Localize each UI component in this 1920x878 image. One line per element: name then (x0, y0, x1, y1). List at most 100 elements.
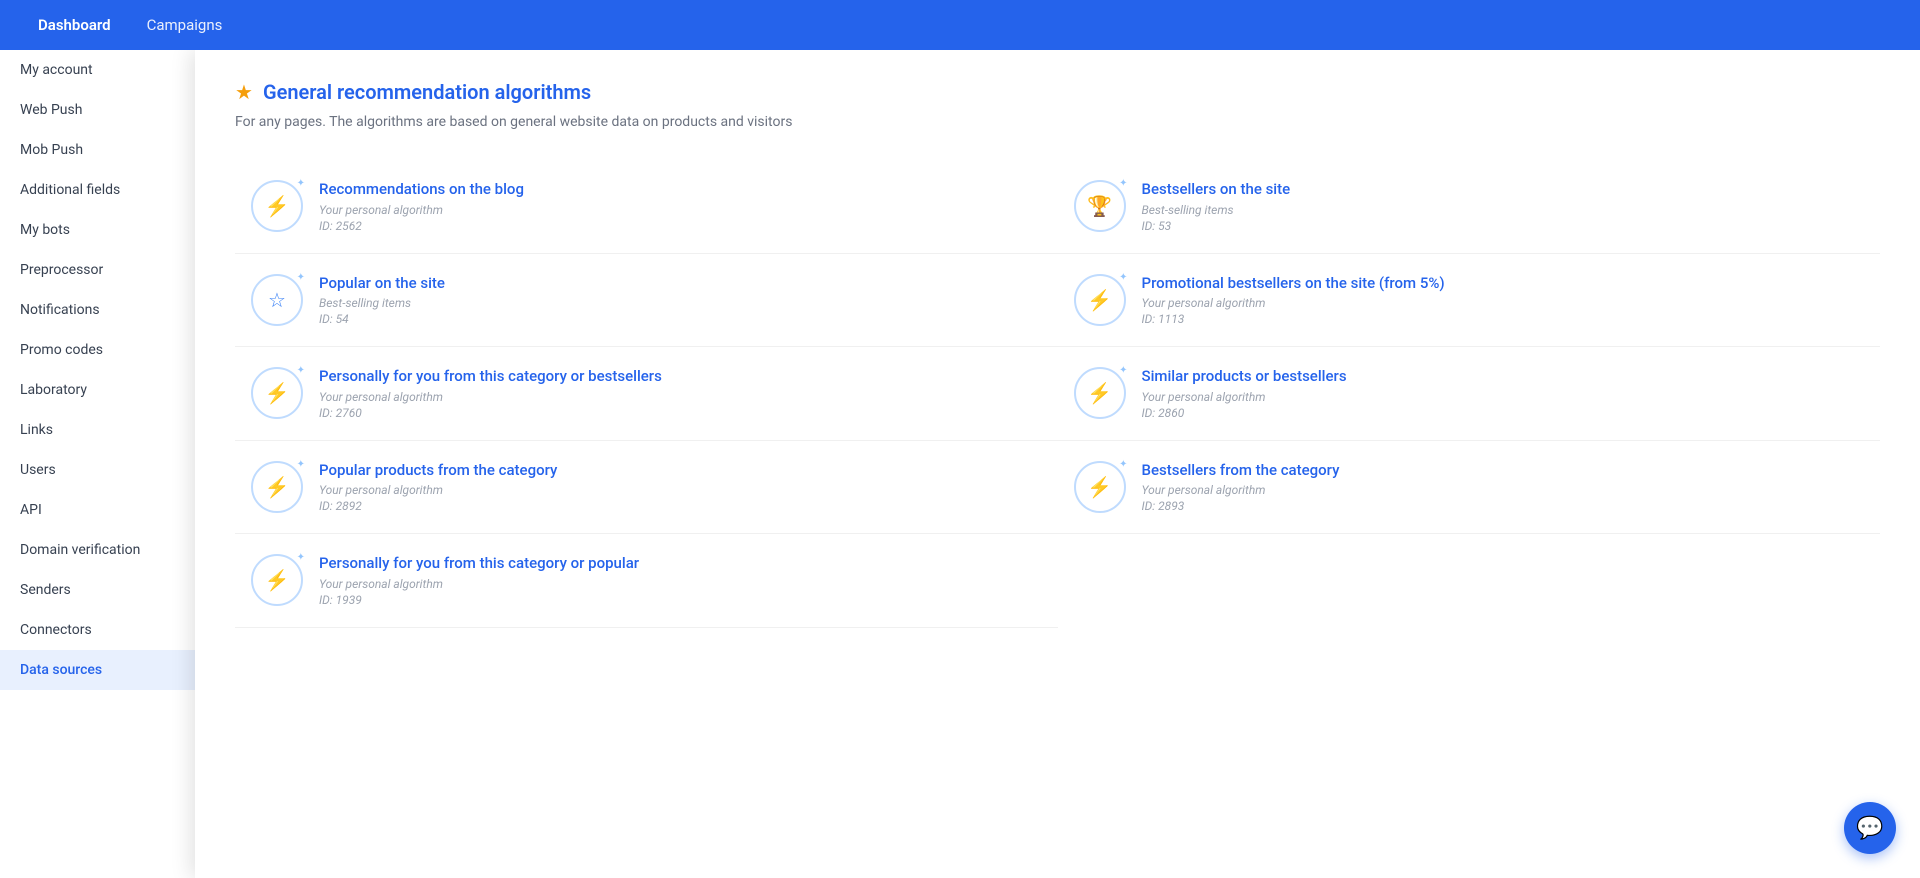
lightning-icon: ⚡ (1087, 381, 1112, 405)
sidebar-item-my-bots[interactable]: My bots (0, 210, 219, 250)
star-icon: ★ (235, 80, 253, 104)
algorithm-grid: ✦ ⚡ Recommendations on the blog Your per… (235, 160, 1880, 628)
algorithm-item[interactable]: ✦ ⚡ Personally for you from this categor… (235, 534, 1058, 628)
algorithm-item[interactable]: ✦ ⚡ Bestsellers from the category Your p… (1058, 441, 1881, 535)
sidebar-item-domain-verification[interactable]: Domain verification (0, 530, 219, 570)
algo-desc: Your personal algorithm (319, 203, 1042, 217)
sidebar-item-api[interactable]: API (0, 490, 219, 530)
algo-icon-wrap: ✦ 🏆 (1074, 180, 1126, 232)
algo-name: Popular on the site (319, 274, 1042, 294)
algo-id: ID: 1939 (319, 593, 1042, 607)
sidebar-item-links[interactable]: Links (0, 410, 219, 450)
algo-name: Similar products or bestsellers (1142, 367, 1865, 387)
lightning-icon: ⚡ (1087, 475, 1112, 499)
lightning-icon: ⚡ (265, 194, 290, 218)
algo-id: ID: 2760 (319, 406, 1042, 420)
algo-desc: Best-selling items (1142, 203, 1865, 217)
algo-info: Personally for you from this category or… (319, 367, 1042, 420)
sparkles-icon: ✦ (297, 459, 305, 470)
algo-id: ID: 2860 (1142, 406, 1865, 420)
sparkles-icon: ✦ (1119, 365, 1127, 376)
algorithm-item[interactable]: ✦ ⚡ Promotional bestsellers on the site … (1058, 254, 1881, 348)
algorithm-item[interactable]: ✦ ⚡ Recommendations on the blog Your per… (235, 160, 1058, 254)
algorithm-item[interactable]: ✦ 🏆 Bestsellers on the site Best-selling… (1058, 160, 1881, 254)
algo-desc: Best-selling items (319, 296, 1042, 310)
sidebar-item-connectors[interactable]: Connectors (0, 610, 219, 650)
panel-header: ★ General recommendation algorithms (235, 80, 1880, 104)
sidebar-item-laboratory[interactable]: Laboratory (0, 370, 219, 410)
sparkles-icon: ✦ (297, 552, 305, 563)
main-layout: My accountWeb PushMob PushAdditional fie… (0, 50, 1920, 878)
algo-name: Popular products from the category (319, 461, 1042, 481)
star-icon: ☆ (268, 288, 286, 312)
algo-name: Personally for you from this category or… (319, 367, 1042, 387)
algo-name: Recommendations on the blog (319, 180, 1042, 200)
sidebar-item-promo-codes[interactable]: Promo codes (0, 330, 219, 370)
algo-name: Personally for you from this category or… (319, 554, 1042, 574)
algo-desc: Your personal algorithm (1142, 296, 1865, 310)
algorithm-item[interactable]: ✦ ⚡ Similar products or bestsellers Your… (1058, 347, 1881, 441)
algorithm-item[interactable]: ✦ ⚡ Personally for you from this categor… (235, 347, 1058, 441)
lightning-icon: ⚡ (1087, 288, 1112, 312)
algo-info: Similar products or bestsellers Your per… (1142, 367, 1865, 420)
sidebar-item-web-push[interactable]: Web Push (0, 90, 219, 130)
sidebar-item-my-account[interactable]: My account (0, 50, 219, 90)
algo-icon-wrap: ✦ ⚡ (1074, 274, 1126, 326)
sidebar-item-additional-fields[interactable]: Additional fields (0, 170, 219, 210)
algo-icon-wrap: ✦ ⚡ (251, 554, 303, 606)
sparkles-icon: ✦ (1119, 272, 1127, 283)
sidebar-item-data-sources[interactable]: Data sources (0, 650, 219, 690)
algo-desc: Your personal algorithm (1142, 483, 1865, 497)
sparkles-icon: ✦ (1119, 459, 1127, 470)
sparkles-icon: ✦ (1119, 178, 1127, 189)
sparkles-icon: ✦ (297, 178, 305, 189)
algo-id: ID: 2892 (319, 499, 1042, 513)
algo-icon-wrap: ✦ ⚡ (251, 180, 303, 232)
nav-dashboard[interactable]: Dashboard (20, 16, 129, 34)
sidebar-item-users[interactable]: Users (0, 450, 219, 490)
algo-info: Promotional bestsellers on the site (fro… (1142, 274, 1865, 327)
sidebar-item-mob-push[interactable]: Mob Push (0, 130, 219, 170)
algo-icon-wrap: ✦ ⚡ (1074, 367, 1126, 419)
panel-title: General recommendation algorithms (263, 80, 591, 104)
sparkles-icon: ✦ (297, 272, 305, 283)
algo-info: Popular on the site Best-selling items I… (319, 274, 1042, 327)
algo-id: ID: 2893 (1142, 499, 1865, 513)
algo-icon-wrap: ✦ ☆ (251, 274, 303, 326)
algo-desc: Your personal algorithm (319, 483, 1042, 497)
panel-subtitle: For any pages. The algorithms are based … (235, 114, 1880, 130)
trophy-icon: 🏆 (1087, 194, 1112, 218)
chat-button[interactable]: 💬 (1844, 802, 1896, 854)
algo-name: Promotional bestsellers on the site (fro… (1142, 274, 1865, 294)
sidebar-item-senders[interactable]: Senders (0, 570, 219, 610)
algo-icon-wrap: ✦ ⚡ (251, 367, 303, 419)
algo-id: ID: 53 (1142, 219, 1865, 233)
algorithm-item[interactable]: ✦ ☆ Popular on the site Best-selling ite… (235, 254, 1058, 348)
algo-name: Bestsellers on the site (1142, 180, 1865, 200)
chat-icon: 💬 (1856, 816, 1883, 841)
algo-id: ID: 54 (319, 312, 1042, 326)
algo-id: ID: 1113 (1142, 312, 1865, 326)
algo-name: Bestsellers from the category (1142, 461, 1865, 481)
algo-info: Personally for you from this category or… (319, 554, 1042, 607)
algo-info: Bestsellers from the category Your perso… (1142, 461, 1865, 514)
algo-desc: Your personal algorithm (319, 577, 1042, 591)
nav-campaigns[interactable]: Campaigns (129, 16, 241, 34)
algo-icon-wrap: ✦ ⚡ (251, 461, 303, 513)
sparkles-icon: ✦ (297, 365, 305, 376)
algo-info: Bestsellers on the site Best-selling ite… (1142, 180, 1865, 233)
recommendation-panel: ★ General recommendation algorithms For … (195, 50, 1920, 878)
algo-desc: Your personal algorithm (319, 390, 1042, 404)
lightning-icon: ⚡ (265, 475, 290, 499)
algo-info: Recommendations on the blog Your persona… (319, 180, 1042, 233)
algo-info: Popular products from the category Your … (319, 461, 1042, 514)
top-navigation: Dashboard Campaigns (0, 0, 1920, 50)
algo-desc: Your personal algorithm (1142, 390, 1865, 404)
algo-id: ID: 2562 (319, 219, 1042, 233)
algorithm-item[interactable]: ✦ ⚡ Popular products from the category Y… (235, 441, 1058, 535)
algo-icon-wrap: ✦ ⚡ (1074, 461, 1126, 513)
sidebar-item-preprocessor[interactable]: Preprocessor (0, 250, 219, 290)
sidebar-item-notifications[interactable]: Notifications (0, 290, 219, 330)
lightning-icon: ⚡ (265, 381, 290, 405)
lightning-icon: ⚡ (265, 568, 290, 592)
